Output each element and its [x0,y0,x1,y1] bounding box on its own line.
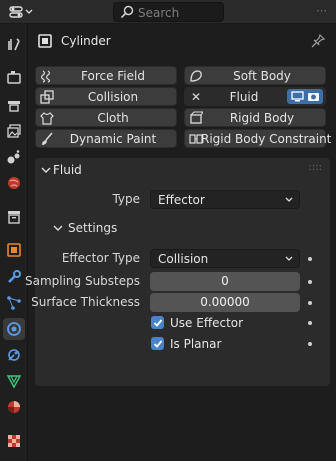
rigid-body-constraint-button[interactable]: Rigid Body Constraint [184,129,331,148]
camera-back-icon [7,71,21,84]
sampling-substeps-field[interactable]: 0 [150,272,300,291]
properties-tab-column [0,24,28,461]
force-field-button[interactable]: Force Field [35,66,177,85]
printer-icon [8,101,20,112]
fluid-visibility-toggles [287,89,323,104]
constraints-tab[interactable] [3,344,25,366]
fluid-panel-header[interactable]: Fluid :::: [35,158,330,182]
surface-thickness-label: Surface Thickness [31,295,140,309]
world-icon [8,177,20,189]
chevron-down-icon [285,197,293,202]
is-planar-label: Is Planar [170,337,222,351]
rigid-body-button[interactable]: Rigid Body [184,108,326,127]
effector-type-dropdown[interactable]: Collision [150,249,300,268]
output-tab[interactable] [3,94,25,116]
editor-type-button[interactable] [6,3,36,21]
particles-tab[interactable] [3,292,25,314]
chevron-down-icon [53,225,63,231]
physics-tab[interactable] [3,318,25,340]
checker-texture-icon [8,435,20,447]
surface-thickness-field[interactable]: 0.00000 [150,293,300,312]
fluid-panel-title: Fluid [53,163,82,177]
checkmark-icon [153,339,162,348]
chevron-down-icon [25,9,33,14]
rigid-body-icon [190,111,203,124]
soft-body-icon [190,70,202,82]
soft-body-button[interactable]: Soft Body [184,66,326,85]
use-effector-checkbox[interactable] [151,316,164,329]
monitor-icon[interactable] [290,91,304,102]
fluid-panel: Fluid :::: Type Effector Settings Effect… [25,158,330,386]
cloth-button[interactable]: Cloth [35,108,177,127]
tool-tab[interactable] [3,33,25,55]
keyframe-dot[interactable] [308,280,312,284]
dynamic-paint-button[interactable]: Dynamic Paint [35,129,177,148]
physics-icon [7,322,21,336]
search-icon [120,5,134,19]
modifiers-tab[interactable] [3,266,25,288]
object-tab[interactable] [3,239,25,261]
effector-type-label: Effector Type [61,251,140,265]
object-name-row: Cylinder [29,30,336,52]
sampling-substeps-label: Sampling Substeps [24,274,140,288]
brush-icon [42,132,53,145]
constraint-icon [8,349,20,361]
mesh-data-icon [6,375,22,389]
texture-tab[interactable] [3,430,25,452]
type-label: Type [112,192,140,206]
object-square-icon [7,243,21,257]
cloth-icon [40,112,54,125]
wrench-icon [8,270,21,283]
search-input[interactable]: Search [113,2,224,22]
editor-type-icon [9,6,23,18]
render-tab[interactable] [3,66,25,88]
material-tab[interactable] [3,396,25,418]
chevron-down-icon [285,256,293,261]
particles-icon [7,296,21,310]
physics-properties: Cylinder Force Field Soft Body Collision… [25,24,336,461]
world-tab[interactable] [3,172,25,194]
pin-icon[interactable] [310,33,326,49]
keyframe-dot[interactable] [308,342,312,346]
camera-icon[interactable] [307,91,320,102]
box-icon [8,211,20,224]
fluid-button[interactable]: ✕ Fluid [184,87,326,106]
search-placeholder: Search [138,6,180,20]
scene-icon [7,150,20,164]
images-icon [7,124,21,138]
material-sphere-icon [8,401,20,413]
properties-header: Search ⋯ [0,0,336,24]
settings-subpanel-header[interactable]: Settings [35,218,330,238]
object-square-icon [38,34,52,48]
keyframe-dot[interactable] [308,321,312,325]
settings-title: Settings [68,221,118,235]
keyframe-dot[interactable] [308,257,312,261]
scene-tab[interactable] [3,146,25,168]
fluid-remove-icon[interactable]: ✕ [191,90,201,104]
wrench-screwdriver-icon [8,38,20,51]
checkmark-icon [153,318,162,327]
use-effector-label: Use Effector [170,316,244,330]
chevron-down-icon [41,167,51,173]
header-menu-dots[interactable]: ⋯ [316,4,328,17]
is-planar-checkbox[interactable] [151,337,164,350]
keyframe-dot[interactable] [308,301,312,305]
data-tab[interactable] [3,370,25,392]
drag-handle-icon[interactable]: :::: [309,162,322,173]
object-name: Cylinder [61,34,111,48]
fluid-type-dropdown[interactable]: Effector [150,190,300,209]
collection-tab[interactable] [3,206,25,228]
view-layer-tab[interactable] [3,120,25,142]
collision-button[interactable]: Collision [35,87,177,106]
force-field-icon [40,70,51,83]
collision-icon [40,90,54,104]
